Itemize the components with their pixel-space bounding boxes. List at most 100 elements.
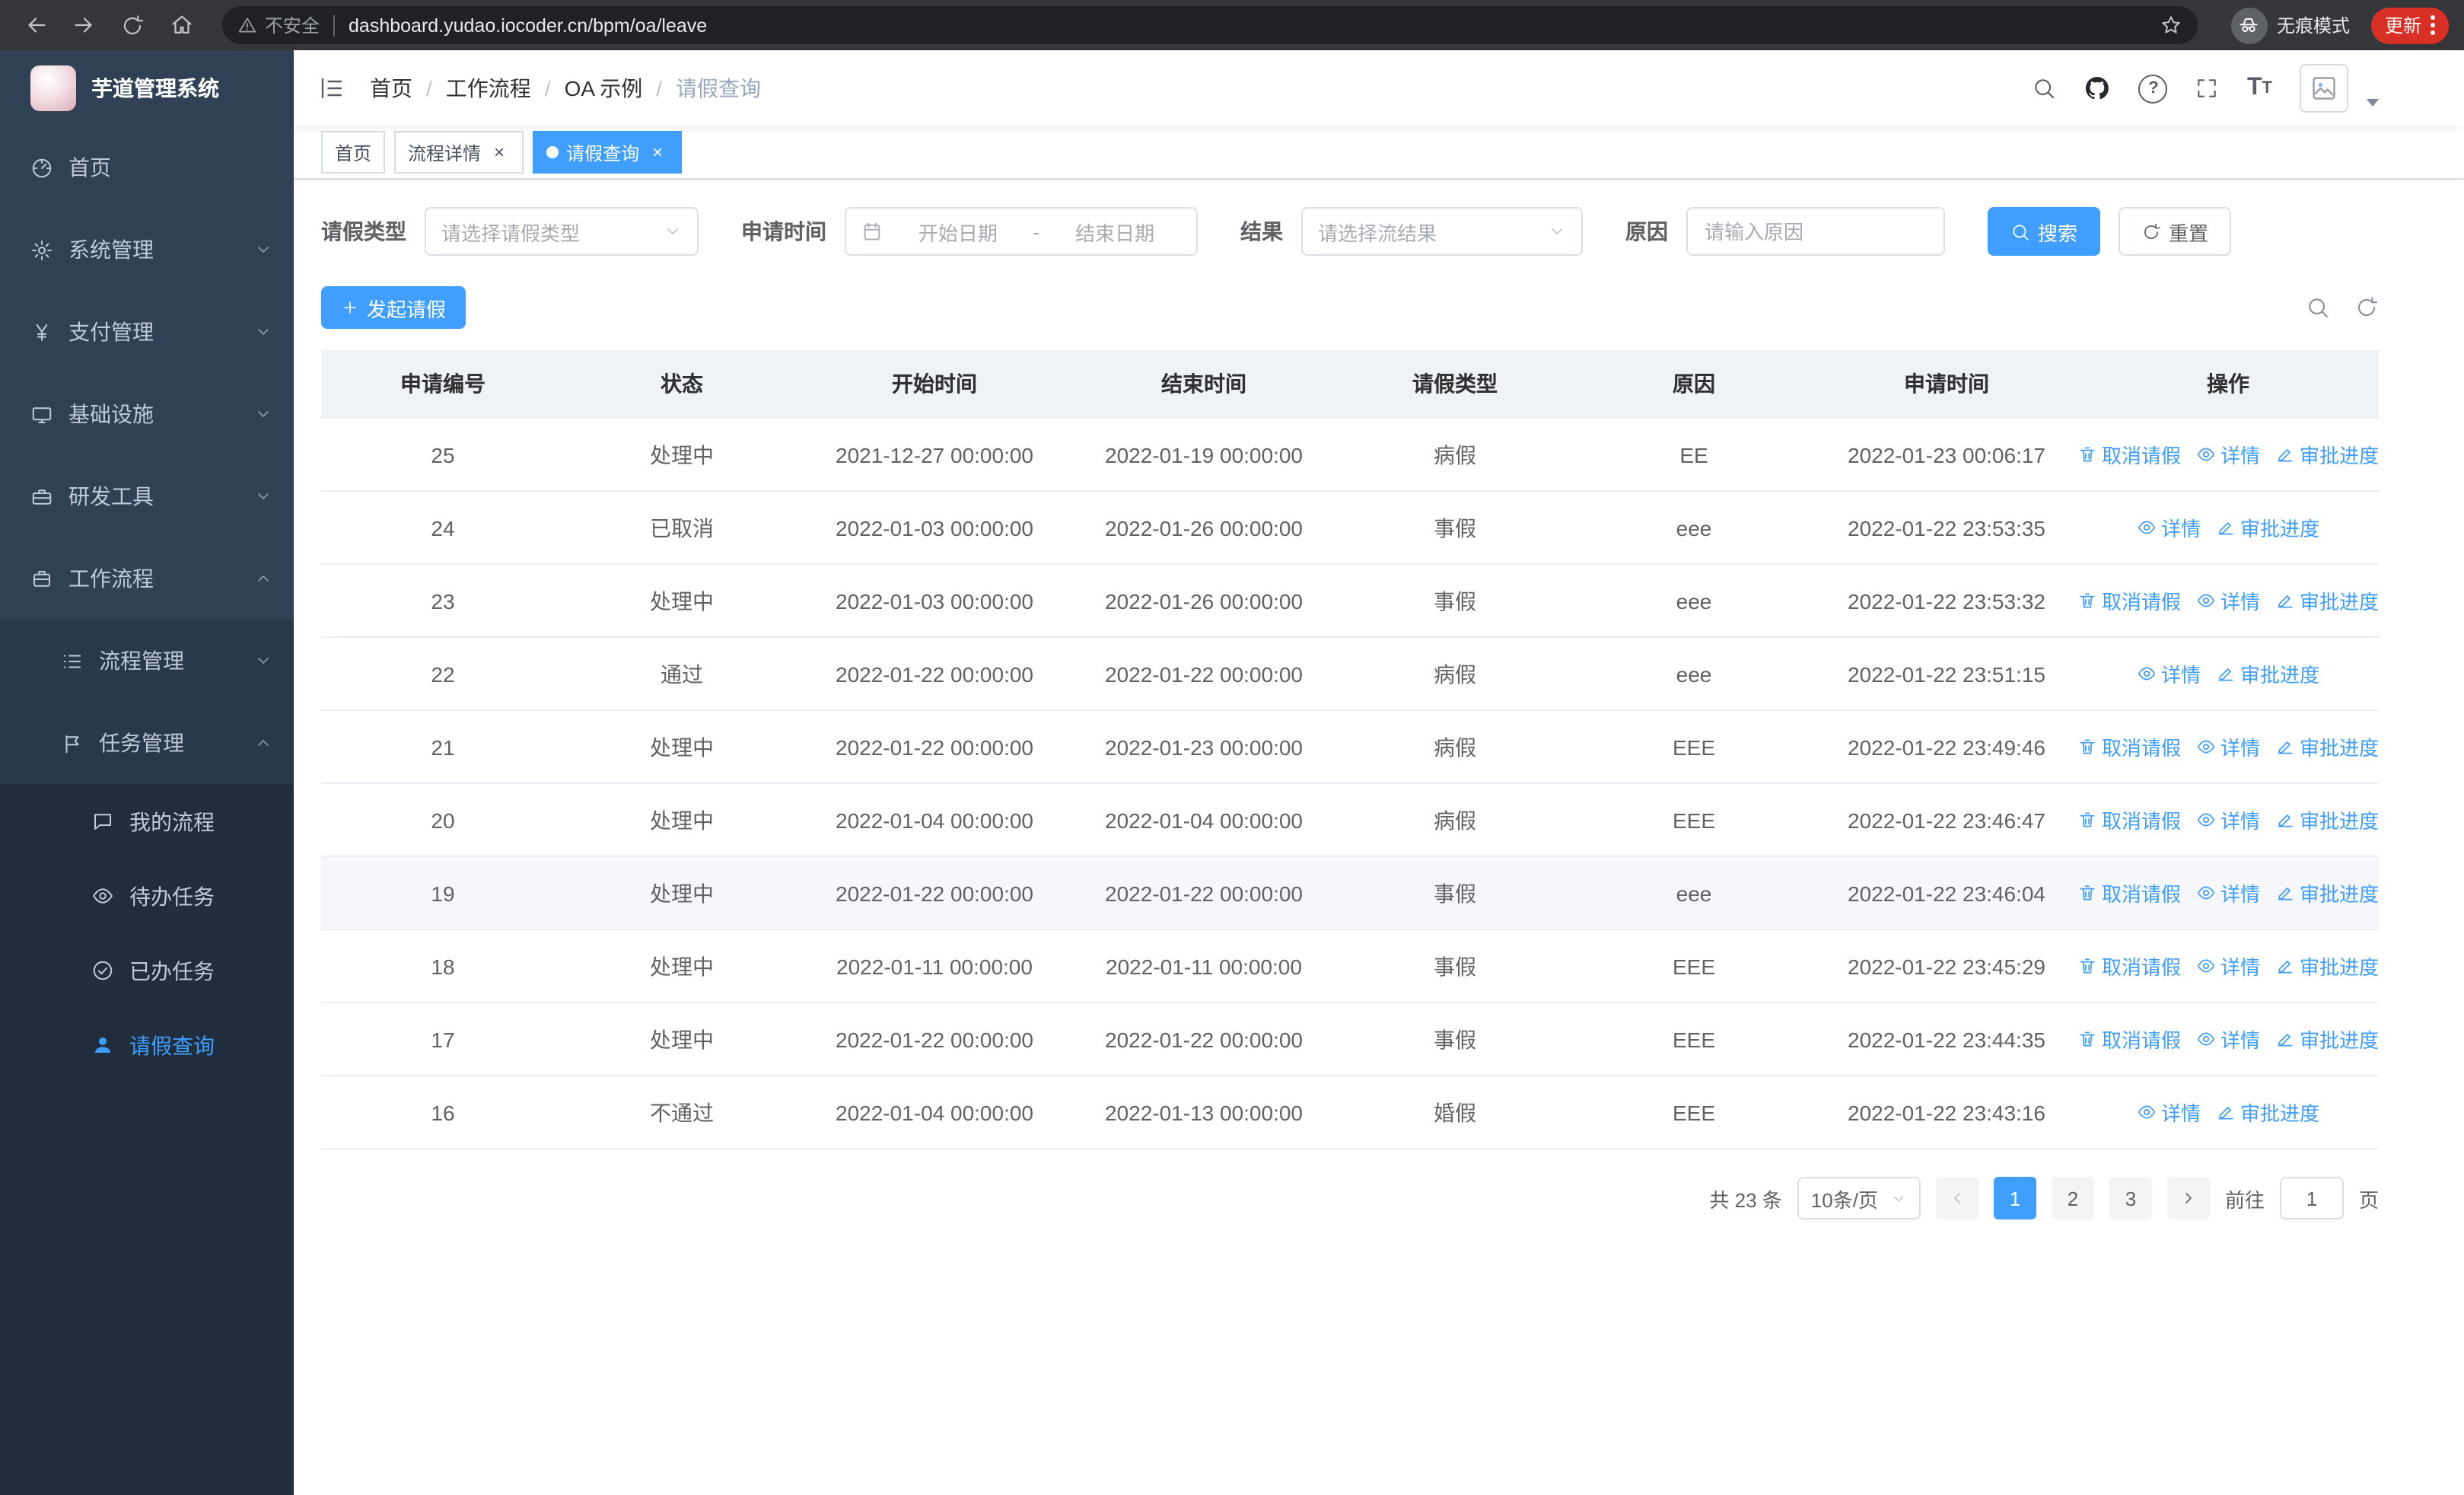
sidebar-item-workflow[interactable]: 工作流程	[0, 537, 294, 620]
apply-time-range-picker[interactable]: 开始日期 - 结束日期	[845, 207, 1198, 256]
close-icon[interactable]	[489, 142, 510, 163]
page-button-3[interactable]: 3	[2109, 1177, 2152, 1219]
prev-page-button[interactable]	[1935, 1177, 1979, 1219]
detail-link[interactable]: 详情	[2196, 878, 2260, 907]
reason-input[interactable]	[1686, 207, 1945, 256]
cell-apply-time: 2022-01-22 23:43:16	[1848, 1100, 2045, 1124]
home-icon	[171, 15, 191, 34]
reset-button[interactable]: 重置	[2119, 207, 2232, 256]
approval-progress-link[interactable]: 审批进度	[2275, 586, 2379, 615]
approval-progress-link[interactable]: 审批进度	[2275, 732, 2379, 761]
breadcrumb-workflow[interactable]: 工作流程	[446, 73, 531, 104]
tab-process-detail[interactable]: 流程详情	[394, 131, 524, 174]
cancel-leave-link[interactable]: 取消请假	[2077, 440, 2181, 469]
sidebar-item-done-tasks[interactable]: 已办任务	[0, 933, 294, 1008]
fullscreen-button[interactable]	[2195, 76, 2220, 100]
bookmark-star-icon[interactable]	[2160, 14, 2182, 37]
detail-link[interactable]: 详情	[2137, 659, 2201, 688]
header-search-button[interactable]	[2033, 76, 2057, 100]
detail-link[interactable]: 详情	[2196, 440, 2260, 469]
user-avatar[interactable]	[2300, 64, 2348, 113]
breadcrumb-home[interactable]: 首页	[370, 73, 412, 104]
sidebar-item-home[interactable]: 首页	[0, 126, 294, 209]
approval-progress-link[interactable]: 审批进度	[2275, 805, 2379, 834]
next-page-button[interactable]	[2166, 1177, 2210, 1219]
cancel-leave-link[interactable]: 取消请假	[2077, 586, 2181, 615]
refresh-icon	[2144, 222, 2160, 238]
tab-home[interactable]: 首页	[321, 131, 386, 174]
browser-back-button[interactable]	[15, 5, 55, 45]
cell-actions: 取消请假 详情 审批进度	[2077, 930, 2379, 1002]
result-select[interactable]: 请选择流结果	[1301, 207, 1583, 256]
close-icon[interactable]	[647, 142, 668, 163]
page-button-2[interactable]: 2	[2051, 1177, 2094, 1219]
cancel-leave-link[interactable]: 取消请假	[2077, 732, 2181, 761]
omnibox-divider	[333, 14, 336, 36]
search-icon	[2013, 224, 2029, 240]
approval-progress-link[interactable]: 审批进度	[2275, 878, 2379, 907]
browser-forward-button[interactable]	[64, 5, 103, 45]
cell-reason: eee	[1676, 588, 1712, 613]
leave-type-select[interactable]: 请选择请假类型	[425, 207, 699, 256]
page-button-1[interactable]: 1	[1993, 1177, 2036, 1219]
yen-icon	[36, 324, 48, 340]
reload-icon	[123, 14, 144, 34]
font-size-button[interactable]	[2247, 76, 2272, 100]
chevron-down-icon	[258, 658, 269, 664]
help-icon[interactable]	[2138, 74, 2168, 103]
detail-link[interactable]: 详情	[2196, 952, 2260, 980]
sidebar-item-leave-query[interactable]: 请假查询	[0, 1008, 294, 1082]
sidebar-item-process-mgmt[interactable]: 流程管理	[0, 620, 294, 702]
sidebar-fold-button[interactable]	[318, 75, 345, 102]
approval-progress-link[interactable]: 审批进度	[2216, 1098, 2319, 1127]
arrow-left-icon	[27, 18, 45, 33]
detail-link[interactable]: 详情	[2137, 1098, 2201, 1127]
table-row: 24 已取消 2022-01-03 00:00:00 2022-01-26 00:00…	[321, 492, 2379, 565]
detail-link[interactable]: 详情	[2196, 805, 2260, 834]
cancel-leave-link[interactable]: 取消请假	[2077, 1025, 2181, 1054]
address-bar[interactable]: 不安全 dashboard.yudao.iocoder.cn/bpm/oa/le…	[222, 6, 2198, 44]
apply-time-label: 申请时间	[741, 219, 826, 244]
cell-leave-type: 事假	[1434, 881, 1476, 905]
detail-link[interactable]: 详情	[2196, 586, 2260, 615]
search-button[interactable]: 搜索	[1988, 207, 2101, 256]
cancel-leave-link[interactable]: 取消请假	[2077, 878, 2181, 907]
breadcrumb-oa-example[interactable]: OA 示例	[565, 73, 643, 104]
detail-link[interactable]: 详情	[2196, 1025, 2260, 1054]
approval-progress-link[interactable]: 审批进度	[2216, 659, 2319, 688]
trash-icon	[2080, 593, 2095, 608]
detail-link[interactable]: 详情	[2196, 732, 2260, 761]
browser-reload-button[interactable]	[113, 5, 152, 45]
sidebar-item-devtools[interactable]: 研发工具	[0, 455, 294, 537]
cancel-leave-link[interactable]: 取消请假	[2077, 952, 2181, 980]
approval-progress-link[interactable]: 审批进度	[2275, 952, 2379, 980]
sidebar-item-todo-tasks[interactable]: 待办任务	[0, 859, 294, 933]
cancel-leave-link[interactable]: 取消请假	[2077, 805, 2181, 834]
sidebar-item-my-process[interactable]: 我的流程	[0, 784, 294, 859]
chevron-down-icon	[1893, 1195, 1904, 1201]
approval-progress-link[interactable]: 审批进度	[2275, 1025, 2379, 1054]
page-size-select[interactable]: 10条/页	[1797, 1177, 1921, 1219]
create-leave-button[interactable]: 发起请假	[321, 286, 466, 329]
approval-progress-link[interactable]: 审批进度	[2275, 440, 2379, 469]
sidebar-item-payment[interactable]: 支付管理	[0, 291, 294, 373]
github-link[interactable]	[2084, 75, 2112, 102]
detail-link[interactable]: 详情	[2137, 513, 2201, 542]
sidebar-item-system[interactable]: 系统管理	[0, 209, 294, 291]
browser-update-button[interactable]: 更新	[2370, 7, 2449, 43]
cell-status: 处理中	[650, 954, 714, 978]
chevron-down-icon	[258, 247, 269, 253]
sidebar-item-task-mgmt[interactable]: 任务管理	[0, 702, 294, 784]
refresh-table-button[interactable]	[2354, 295, 2379, 320]
approval-progress-link[interactable]: 审批进度	[2216, 513, 2319, 542]
browser-home-button[interactable]	[161, 5, 201, 45]
warning-triangle-icon	[238, 18, 256, 33]
chat-icon	[94, 814, 111, 830]
column-header-apply-time: 申请时间	[1904, 371, 1989, 396]
goto-page-input[interactable]	[2279, 1177, 2344, 1219]
tab-leave-query[interactable]: 请假查询	[533, 131, 683, 174]
sidebar-item-infra[interactable]: 基础设施	[0, 373, 294, 455]
toggle-search-button[interactable]	[2306, 295, 2330, 320]
briefcase-icon	[33, 570, 50, 586]
cell-apply-time: 2022-01-22 23:51:15	[1848, 661, 2045, 686]
